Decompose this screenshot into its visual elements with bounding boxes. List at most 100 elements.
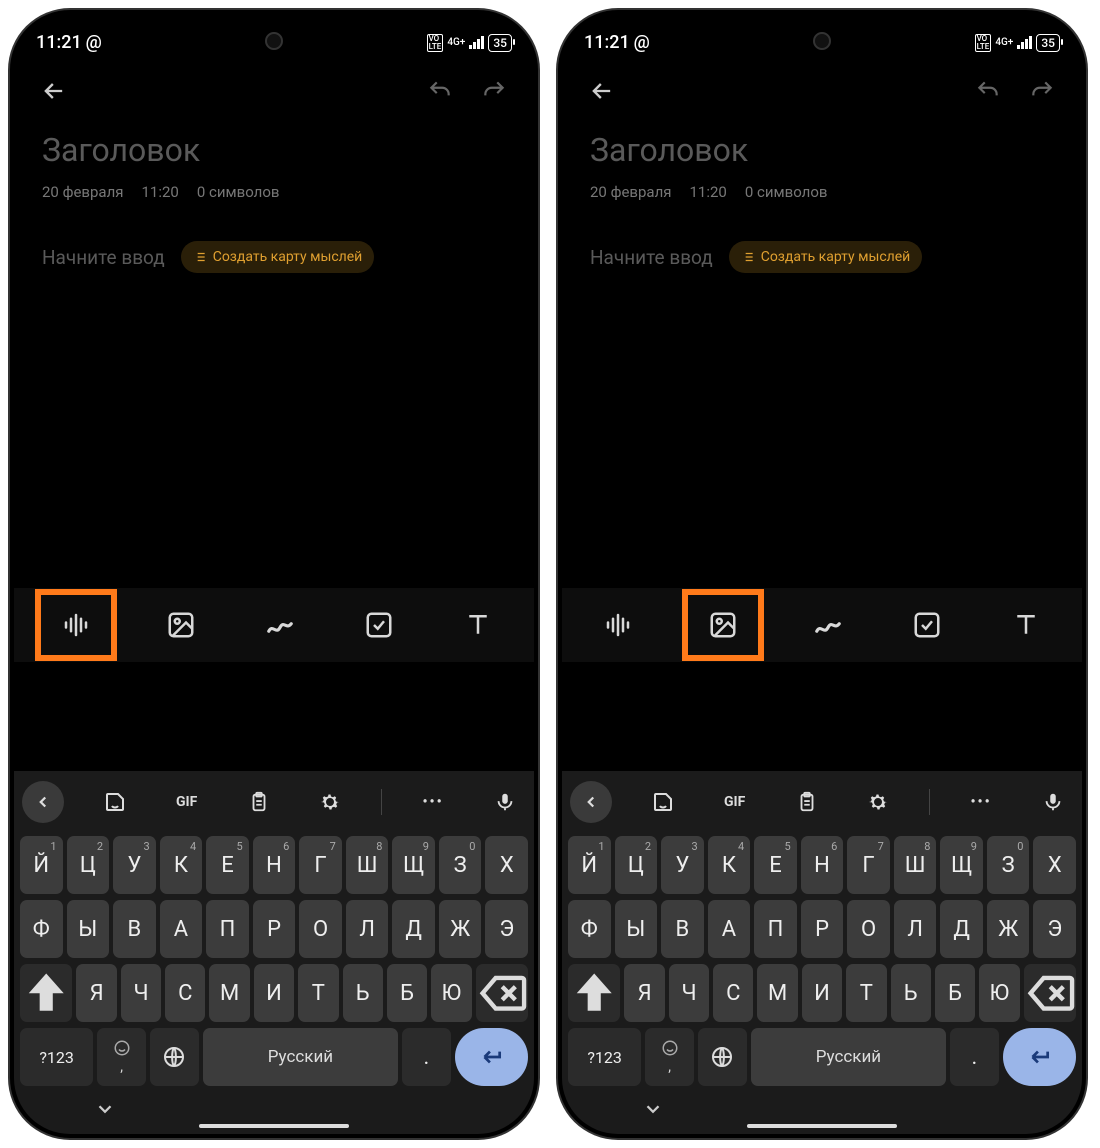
key-С[interactable]: С [713, 964, 753, 1022]
kb-hide-icon[interactable] [642, 1098, 664, 1124]
key-Й[interactable]: Й1 [568, 836, 611, 894]
key-П[interactable]: П [206, 900, 249, 958]
key-Б[interactable]: Б [935, 964, 975, 1022]
gif-button[interactable]: GIF [166, 781, 208, 823]
numeric-key[interactable]: ?123 [568, 1028, 641, 1086]
more-icon[interactable]: ••• [960, 781, 1002, 823]
checklist-icon[interactable] [344, 595, 414, 655]
mindmap-chip[interactable]: Создать карту мыслей [181, 241, 375, 273]
space-key[interactable]: Русский [203, 1028, 398, 1086]
key-Я[interactable]: Я [76, 964, 116, 1022]
text-icon[interactable] [443, 595, 513, 655]
key-К[interactable]: К4 [708, 836, 751, 894]
key-Ь[interactable]: Ь [343, 964, 383, 1022]
sticker-icon[interactable] [642, 781, 684, 823]
language-key[interactable] [698, 1028, 747, 1086]
key-А[interactable]: А [160, 900, 203, 958]
note-body-input[interactable]: Начните ввод [42, 246, 165, 269]
note-title-input[interactable]: Заголовок [590, 131, 1054, 169]
redo-button[interactable] [1024, 73, 1060, 109]
note-body-input[interactable]: Начните ввод [590, 246, 713, 269]
key-Х[interactable]: Х [1033, 836, 1076, 894]
mic-icon[interactable] [1032, 781, 1074, 823]
undo-button[interactable] [422, 73, 458, 109]
key-Г[interactable]: Г7 [299, 836, 342, 894]
kb-hide-icon[interactable] [94, 1098, 116, 1124]
key-Ш[interactable]: Ш8 [346, 836, 389, 894]
key-М[interactable]: М [757, 964, 797, 1022]
key-А[interactable]: А [708, 900, 751, 958]
text-icon[interactable] [991, 595, 1061, 655]
key-Р[interactable]: Р [801, 900, 844, 958]
key-Ж[interactable]: Ж [987, 900, 1030, 958]
key-Ч[interactable]: Ч [669, 964, 709, 1022]
key-С[interactable]: С [165, 964, 205, 1022]
key-Л[interactable]: Л [346, 900, 389, 958]
key-О[interactable]: О [299, 900, 342, 958]
key-Ю[interactable]: Ю [431, 964, 471, 1022]
key-Ш[interactable]: Ш8 [894, 836, 937, 894]
key-Т[interactable]: Т [846, 964, 886, 1022]
image-icon[interactable] [146, 595, 216, 655]
key-Р[interactable]: Р [253, 900, 296, 958]
key-П[interactable]: П [754, 900, 797, 958]
voice-icon[interactable] [35, 589, 117, 661]
period-key[interactable]: . [950, 1028, 999, 1086]
key-З[interactable]: З0 [987, 836, 1030, 894]
home-indicator[interactable] [199, 1124, 349, 1128]
key-Ф[interactable]: Ф [568, 900, 611, 958]
image-icon[interactable] [682, 589, 764, 661]
key-У[interactable]: У3 [113, 836, 156, 894]
key-Ц[interactable]: Ц2 [615, 836, 658, 894]
key-О[interactable]: О [847, 900, 890, 958]
undo-button[interactable] [970, 73, 1006, 109]
key-В[interactable]: В [661, 900, 704, 958]
key-Т[interactable]: Т [298, 964, 338, 1022]
key-И[interactable]: И [254, 964, 294, 1022]
gif-button[interactable]: GIF [714, 781, 756, 823]
kb-collapse-button[interactable] [22, 781, 64, 823]
shift-key[interactable] [568, 964, 620, 1022]
enter-key[interactable] [1003, 1028, 1076, 1086]
key-Щ[interactable]: Щ9 [940, 836, 983, 894]
key-Щ[interactable]: Щ9 [392, 836, 435, 894]
sticker-icon[interactable] [94, 781, 136, 823]
key-Х[interactable]: Х [485, 836, 528, 894]
key-Э[interactable]: Э [485, 900, 528, 958]
key-Ь[interactable]: Ь [891, 964, 931, 1022]
numeric-key[interactable]: ?123 [20, 1028, 93, 1086]
redo-button[interactable] [476, 73, 512, 109]
key-Г[interactable]: Г7 [847, 836, 890, 894]
mindmap-chip[interactable]: Создать карту мыслей [729, 241, 923, 273]
key-Я[interactable]: Я [624, 964, 664, 1022]
note-title-input[interactable]: Заголовок [42, 131, 506, 169]
key-Е[interactable]: Е5 [754, 836, 797, 894]
emoji-key[interactable]: , [645, 1028, 694, 1086]
key-Ю[interactable]: Ю [979, 964, 1019, 1022]
settings-icon[interactable] [309, 781, 351, 823]
shift-key[interactable] [20, 964, 72, 1022]
checklist-icon[interactable] [892, 595, 962, 655]
emoji-key[interactable]: , [97, 1028, 146, 1086]
back-button[interactable] [584, 73, 620, 109]
key-Ц[interactable]: Ц2 [67, 836, 110, 894]
clipboard-icon[interactable] [238, 781, 280, 823]
voice-icon[interactable] [583, 595, 653, 655]
key-Е[interactable]: Е5 [206, 836, 249, 894]
key-Л[interactable]: Л [894, 900, 937, 958]
kb-collapse-button[interactable] [570, 781, 612, 823]
key-Н[interactable]: Н6 [253, 836, 296, 894]
home-indicator[interactable] [747, 1124, 897, 1128]
key-Й[interactable]: Й1 [20, 836, 63, 894]
key-Ы[interactable]: Ы [67, 900, 110, 958]
key-Н[interactable]: Н6 [801, 836, 844, 894]
clipboard-icon[interactable] [786, 781, 828, 823]
settings-icon[interactable] [857, 781, 899, 823]
back-button[interactable] [36, 73, 72, 109]
key-З[interactable]: З0 [439, 836, 482, 894]
key-И[interactable]: И [802, 964, 842, 1022]
key-Б[interactable]: Б [387, 964, 427, 1022]
period-key[interactable]: . [402, 1028, 451, 1086]
enter-key[interactable] [455, 1028, 528, 1086]
key-К[interactable]: К4 [160, 836, 203, 894]
